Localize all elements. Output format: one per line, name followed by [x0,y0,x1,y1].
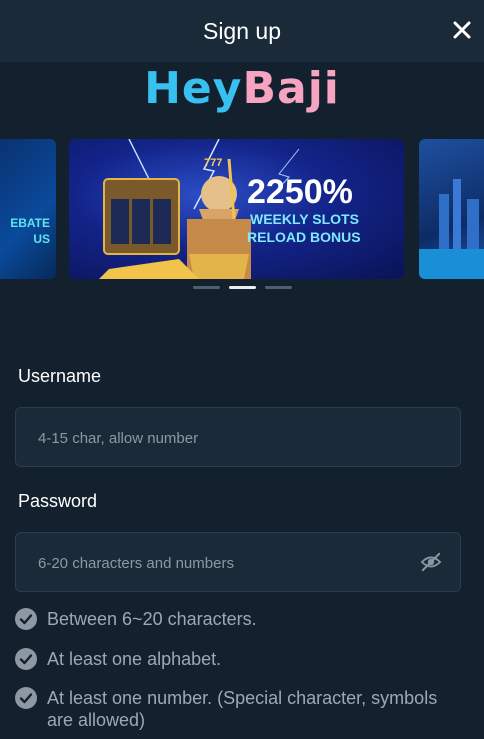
logo-part-baji: Baji [242,62,340,114]
carousel-dot[interactable] [192,286,220,289]
carousel-pagination [0,286,484,289]
password-rule-number: At least one number. (Special character,… [15,687,467,731]
password-input[interactable] [36,533,420,593]
close-button[interactable] [446,14,478,46]
promo-slide-prev[interactable]: EBATE US [0,139,56,279]
carousel-dot[interactable] [264,286,292,289]
promo-headline: 2250% [247,173,353,211]
check-circle-icon [15,687,37,709]
brand-logo: Hey Baji [0,60,484,116]
promo-prev-line1: EBATE [10,216,50,230]
promo-carousel[interactable]: EBATE US 777 2250% WEEKLY SLOTS RELOAD B… [0,139,484,279]
rule-text: At least one alphabet. [47,649,222,669]
promo-slide-prev-text: EBATE US [10,215,50,247]
promo-prev-line2: US [33,232,50,246]
password-field[interactable] [15,532,461,593]
page-title: Sign up [202,17,281,44]
logo-part-hey: Hey [144,62,243,114]
rule-text: Between 6~20 characters. [47,609,257,629]
promo-slide-next[interactable] [419,139,484,279]
carousel-dot-active[interactable] [228,286,256,289]
check-circle-icon [15,608,37,630]
password-rule-alphabet: At least one alphabet. [15,648,467,670]
check-circle-icon [15,648,37,670]
password-label: Password [18,491,98,511]
header: Sign up [0,0,484,62]
svg-text:777: 777 [204,157,222,169]
username-input[interactable] [36,408,420,468]
promo-subline-2: RELOAD BONUS [247,229,361,245]
promo-slide-active[interactable]: 777 2250% WEEKLY SLOTS RELOAD BONUS [69,139,404,279]
city-graphic [419,179,484,279]
password-rule-length: Between 6~20 characters. [15,608,467,630]
rule-text: At least one number. (Special character,… [47,688,438,730]
lightning-graphic: 777 [99,139,300,279]
close-icon [453,21,471,39]
eye-slash-icon[interactable] [420,552,442,572]
promo-subline-1: WEEKLY SLOTS [250,211,359,227]
username-field[interactable] [15,407,461,468]
username-label: Username [18,366,102,386]
